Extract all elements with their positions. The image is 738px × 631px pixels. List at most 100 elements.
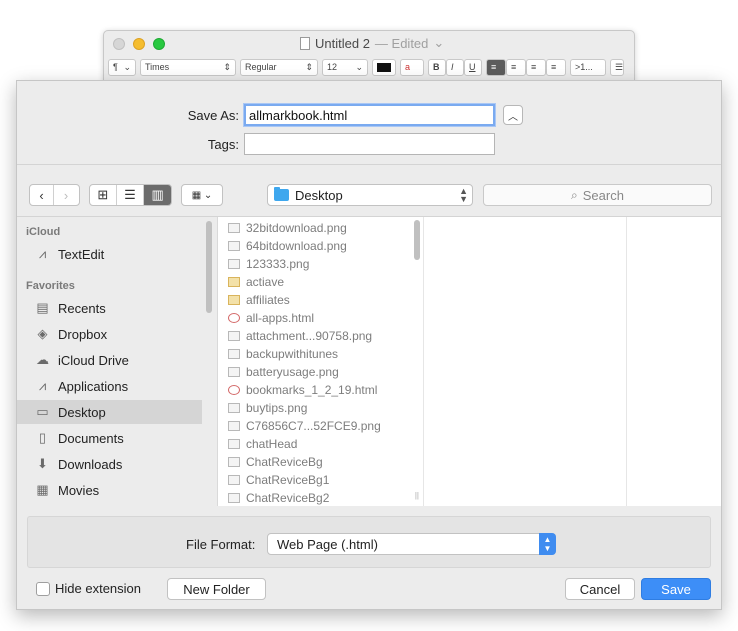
back-forward-group: ‹ › [29, 184, 80, 206]
highlight-color-button[interactable]: a [400, 58, 424, 76]
downloads-icon: ⬇ [37, 456, 48, 471]
sidebar-item-icloud-drive[interactable]: ☁ iCloud Drive [17, 348, 202, 372]
textedit-app-icon: ⩘ [38, 246, 47, 261]
format-bar: ¶ ⌄ Times ⇕ Regular ⇕ 12 ⌄ a B I U ≡ ≡ ≡ ≡ >… [108, 58, 634, 76]
sidebar-item-textedit[interactable]: ⩘ TextEdit [17, 242, 202, 266]
file-name: buytips.png [246, 401, 308, 415]
minimize-window-button[interactable] [133, 38, 145, 50]
icon-view-button[interactable]: ⊞ [90, 185, 117, 205]
image-file-icon [228, 475, 240, 485]
underline-button[interactable]: U [464, 58, 482, 76]
file-row[interactable]: actiave [219, 273, 423, 291]
desktop-icon: ▭ [36, 404, 49, 419]
hide-extension-checkbox[interactable] [36, 581, 50, 596]
column-view-button[interactable]: ▥ [144, 185, 171, 205]
file-row[interactable]: attachment...90758.png [219, 327, 423, 345]
search-field[interactable]: ⌕ Search [483, 184, 712, 206]
file-row[interactable]: bookmarks_1_2_19.html [219, 381, 423, 399]
save-as-label: Save As: [187, 108, 239, 123]
search-placeholder: Search [582, 187, 624, 203]
italic-button[interactable]: I [446, 58, 464, 76]
highlight-slash-icon: a [405, 62, 411, 72]
location-value: Desktop [295, 187, 343, 203]
file-row[interactable]: 32bitdownload.png [219, 219, 423, 237]
sidebar-item-label: Downloads [58, 456, 123, 472]
file-name: ChatReviceBg1 [246, 473, 330, 487]
file-row[interactable]: chatHead [219, 435, 423, 453]
line-spacing-popup[interactable]: >1... [570, 58, 606, 76]
text-style-group: B I U [428, 58, 482, 76]
location-popup[interactable]: Desktop ▲ ▼ [267, 184, 473, 206]
font-family-value: Times [145, 62, 170, 72]
file-row[interactable]: 64bitdownload.png [219, 237, 423, 255]
font-size-value: 12 [327, 62, 338, 72]
file-row[interactable]: buytips.png [219, 399, 423, 417]
sidebar-item-applications[interactable]: ⩘ Applications [17, 374, 202, 398]
new-folder-button[interactable]: New Folder [167, 578, 266, 600]
text-color-button[interactable] [372, 58, 396, 76]
align-center-icon[interactable]: ≡ [506, 58, 526, 76]
file-format-select[interactable]: Web Page (.html) ▲ ▼ [267, 533, 556, 555]
sidebar-item-dropbox[interactable]: ◈ Dropbox [17, 322, 202, 346]
file-name: backupwithitunes [246, 347, 339, 361]
bold-button[interactable]: B [428, 58, 446, 76]
document-icon [300, 36, 310, 50]
tags-label: Tags: [207, 137, 239, 152]
font-family-popup[interactable]: Times ⇕ [140, 58, 236, 76]
file-row[interactable]: affiliates [219, 291, 423, 309]
group-icon: ▦ ⌄ [191, 189, 213, 201]
image-file-icon [228, 439, 240, 449]
file-row[interactable]: all-apps.html [219, 309, 423, 327]
paragraph-icon: ¶ [113, 62, 118, 72]
sidebar-item-downloads[interactable]: ⬇ Downloads [17, 452, 202, 476]
list-bullets-icon[interactable]: ☰ [610, 58, 624, 76]
paragraph-style-popup[interactable]: ¶ ⌄ [108, 58, 136, 76]
save-dialog: Save As: ︿ Tags: ‹ › ⊞ ☰ ▥ ▦ ⌄ Desktop ▲… [16, 80, 722, 610]
align-right-icon[interactable]: ≡ [526, 58, 546, 76]
file-row[interactable]: 123333.png [219, 255, 423, 273]
align-justify-icon[interactable]: ≡ [546, 58, 566, 76]
close-window-button[interactable] [113, 38, 125, 50]
font-size-popup[interactable]: 12 ⌄ [322, 58, 368, 76]
file-name: 123333.png [246, 257, 310, 271]
file-row[interactable]: ChatReviceBg2 [219, 489, 423, 507]
file-name: C76856C7...52FCE9.png [246, 419, 381, 433]
file-name: ChatReviceBg2 [246, 491, 330, 505]
sidebar-item-documents[interactable]: ▯ Documents [17, 426, 202, 450]
sidebar-item-movies[interactable]: ▦ Movies [17, 478, 202, 502]
empty-column [627, 217, 721, 506]
font-style-popup[interactable]: Regular ⇕ [240, 58, 318, 76]
cancel-button[interactable]: Cancel [565, 578, 635, 600]
image-file-icon [228, 421, 240, 431]
hide-extension-row: Hide extension [36, 581, 141, 596]
file-name: ChatReviceBg [246, 455, 323, 469]
html-file-icon [228, 385, 240, 395]
maximize-window-button[interactable] [153, 38, 165, 50]
chevron-down-icon[interactable]: ⌄ [433, 35, 444, 51]
file-column-scrollbar[interactable] [414, 220, 420, 260]
file-row[interactable]: C76856C7...52FCE9.png [219, 417, 423, 435]
collapse-dialog-button[interactable]: ︿ [503, 105, 523, 125]
file-row[interactable]: ChatReviceBg1 [219, 471, 423, 489]
file-row[interactable]: backupwithitunes [219, 345, 423, 363]
window-edited-status: — Edited [374, 35, 429, 51]
align-left-icon[interactable]: ≡ [486, 58, 506, 76]
sidebar-item-label: Recents [58, 300, 106, 316]
group-view-button[interactable]: ▦ ⌄ [181, 184, 223, 206]
file-row[interactable]: ChatReviceBg [219, 453, 423, 471]
save-button[interactable]: Save [641, 578, 711, 600]
back-button[interactable]: ‹ [30, 185, 54, 205]
file-format-label: File Format: [186, 537, 256, 552]
column-resize-handle[interactable]: || [415, 491, 419, 500]
tags-input[interactable] [244, 133, 495, 155]
filename-input[interactable] [244, 104, 495, 126]
sidebar-item-recents[interactable]: ▤ Recents [17, 296, 202, 320]
movies-icon: ▦ [36, 482, 49, 497]
forward-button[interactable]: › [54, 185, 78, 205]
list-view-button[interactable]: ☰ [117, 185, 145, 205]
sidebar-item-desktop[interactable]: ▭ Desktop [17, 400, 202, 424]
sidebar-scrollbar[interactable] [206, 221, 212, 313]
sidebar-item-label: Dropbox [58, 326, 108, 342]
file-row[interactable]: batteryusage.png [219, 363, 423, 381]
folder-icon [228, 277, 240, 287]
